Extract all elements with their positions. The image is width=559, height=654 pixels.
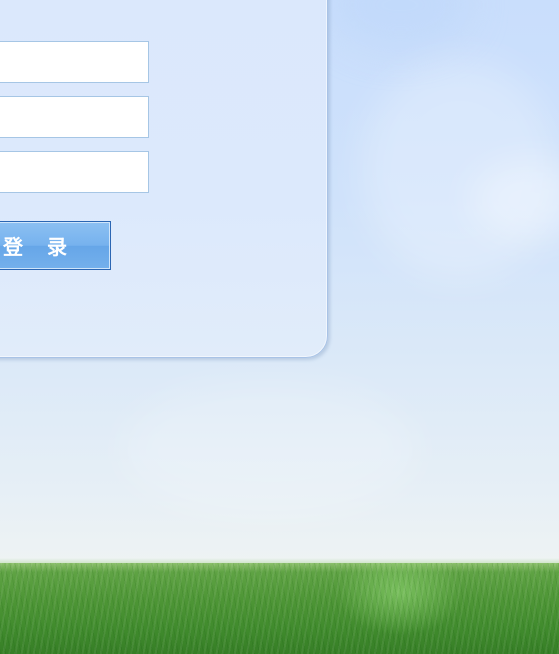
login-panel: 登 录 xyxy=(0,0,328,358)
sky-cloud xyxy=(330,0,470,50)
sky-cloud xyxy=(360,60,559,280)
login-input-2[interactable] xyxy=(0,96,149,138)
login-input-1[interactable] xyxy=(0,41,149,83)
login-button-label: 登 录 xyxy=(3,235,69,259)
sky-cloud xyxy=(120,380,420,520)
login-page: 登 录 xyxy=(0,0,559,654)
grass-field xyxy=(0,563,559,654)
sky-cloud xyxy=(470,160,559,240)
login-button[interactable]: 登 录 xyxy=(0,221,111,270)
login-input-3[interactable] xyxy=(0,151,149,193)
